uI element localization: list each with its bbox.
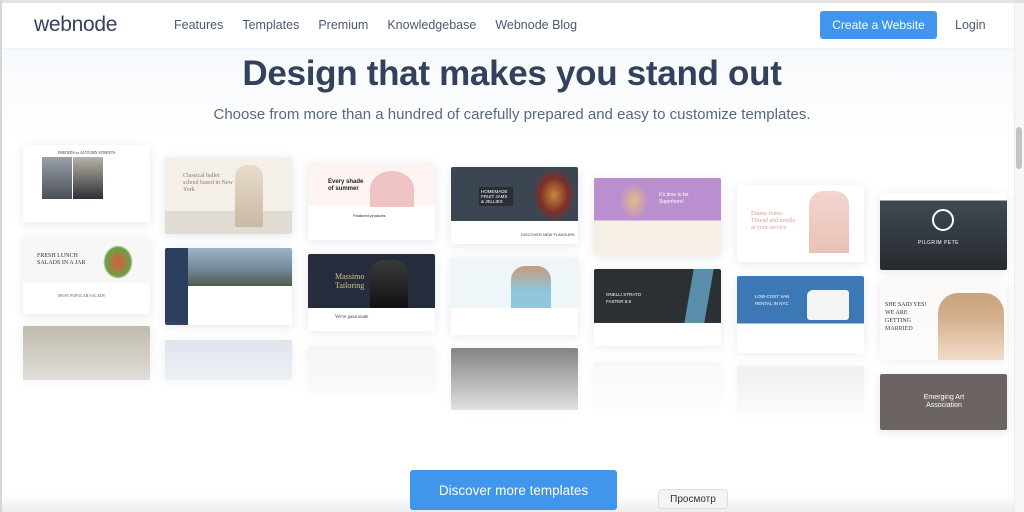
template-thumbnail-ballet[interactable]: Classical ballet school based in New Yor…	[165, 157, 292, 234]
template-photo	[188, 248, 292, 286]
page-title: Design that makes you stand out	[242, 54, 782, 93]
template-headline: ONELLI STRATO FASTER 8.8	[606, 292, 642, 304]
template-headline: Emerging Art Association	[923, 394, 965, 409]
template-photo	[534, 170, 574, 220]
template-photo	[370, 171, 414, 207]
template-headline: Massimo Tailoring	[335, 272, 365, 290]
nav-link-templates[interactable]: Templates	[242, 18, 299, 32]
template-thumbnail-salads[interactable]: FRESH LUNCH SALADS IN A JAR MOST POPULAR…	[23, 237, 150, 314]
template-thumbnail-tailor[interactable]: Emma Jones: Thread and needle at your se…	[737, 185, 864, 262]
template-headline: PILGRIM PETE	[918, 240, 960, 246]
template-headline: DISCOVER NEW FLAVOURS	[521, 232, 575, 237]
discover-templates-button[interactable]: Discover more templates	[410, 470, 617, 510]
template-photo	[235, 165, 263, 227]
webnode-logo[interactable]: webnode	[34, 13, 117, 37]
template-photo	[73, 157, 103, 199]
template-thumbnail-autumn[interactable]: FRIENDS vs AUTUMN STREETS	[23, 145, 150, 222]
nav-link-premium[interactable]: Premium	[318, 18, 368, 32]
mountain-logo-icon	[932, 209, 954, 231]
template-headline: FRESH LUNCH SALADS IN A JAR	[37, 253, 86, 266]
scrollbar-thumb[interactable]	[1016, 127, 1022, 169]
top-navigation: webnode Features Templates Premium Knowl…	[2, 3, 1014, 49]
login-link[interactable]: Login	[955, 18, 986, 32]
template-thumbnail-kids[interactable]: It's time to be Superhero!	[594, 178, 721, 255]
template-thumbnail-pilgrim[interactable]: PILGRIM PETE	[880, 193, 1007, 270]
template-sidebar	[165, 248, 188, 325]
template-accent	[684, 269, 714, 323]
template-thumbnail-jams[interactable]: HOMEMADE FRUIT JAMS & JELLIES DISCOVER N…	[451, 167, 578, 244]
template-headline: Every shade of summer	[328, 179, 364, 192]
preview-tooltip: Просмотр	[658, 489, 728, 509]
template-thumbnail-fashion[interactable]: Every shade of summer Featured products	[308, 163, 435, 240]
page-subtitle: Choose from more than a hundred of caref…	[213, 106, 811, 123]
template-headline: MOST POPULAR SALADS	[58, 293, 105, 298]
nav-links: Features Templates Premium Knowledgebase…	[174, 18, 596, 32]
create-website-button[interactable]: Create a Website	[820, 11, 937, 39]
nav-link-blog[interactable]: Webnode Blog	[495, 18, 577, 32]
nav-link-knowledgebase[interactable]: Knowledgebase	[387, 18, 476, 32]
gallery-fade-overlay	[2, 320, 1014, 450]
template-headline: Classical ballet school based in New Yor…	[183, 173, 233, 193]
template-photo	[809, 191, 849, 253]
template-photo	[370, 260, 408, 308]
template-photo	[619, 182, 649, 220]
template-photo	[42, 157, 72, 199]
template-headline: It's time to be Superhero!	[659, 192, 689, 205]
template-thumbnail-hallstatt[interactable]	[165, 248, 292, 325]
page-scrollbar[interactable]	[1014, 3, 1024, 512]
nav-link-features[interactable]: Features	[174, 18, 223, 32]
template-headline: Featured products	[353, 213, 386, 218]
template-thumbnail-art[interactable]: Emerging Art Association	[880, 374, 1007, 430]
template-photo	[807, 290, 849, 320]
template-headline: Emma Jones: Thread and needle at your se…	[751, 211, 796, 231]
template-photo	[103, 245, 133, 279]
template-headline: LOW-COST VAN RENTAL IN NYC	[755, 294, 790, 306]
template-headline: FRIENDS vs AUTUMN STREETS	[58, 150, 116, 155]
template-headline: HOMEMADE FRUIT JAMS & JELLIES	[479, 187, 513, 206]
template-photo	[511, 266, 551, 308]
